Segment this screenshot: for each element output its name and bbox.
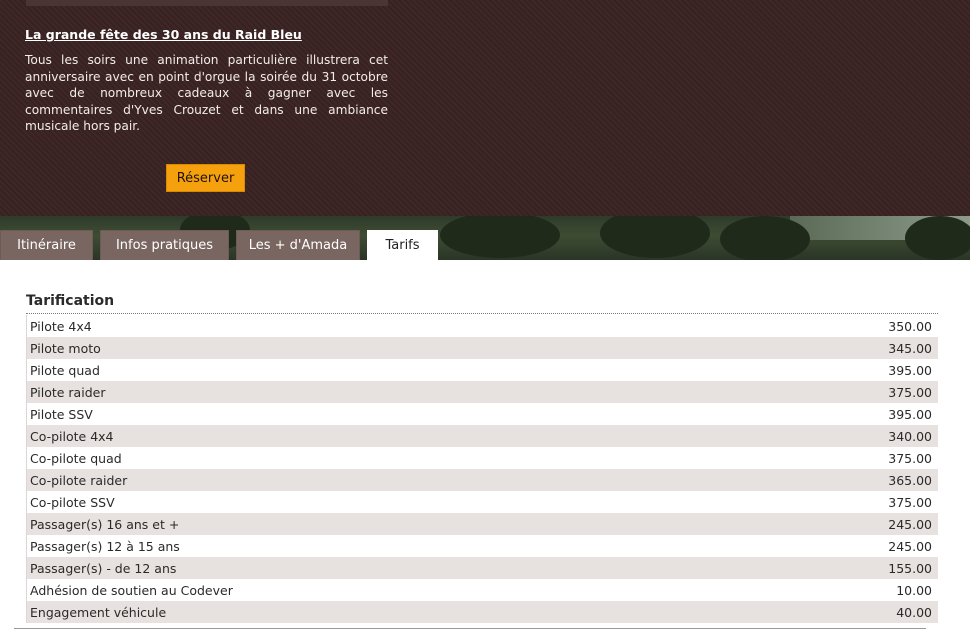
tarif-price: 245.00 — [888, 538, 932, 554]
tarif-price: 245.00 — [888, 516, 932, 532]
event-description: Tous les soirs une animation particulièr… — [25, 53, 388, 133]
tarif-label: Passager(s) 12 à 15 ans — [30, 538, 180, 554]
tarif-price: 395.00 — [888, 362, 932, 378]
tab-les-plus-amada[interactable]: Les + d'Amada — [236, 230, 360, 260]
banner-top-bar — [26, 0, 388, 6]
tab-tarifs[interactable]: Tarifs — [367, 230, 438, 260]
table-row: Pilote quad 395.00 — [26, 359, 938, 381]
table-row: Adhésion de soutien au Codever 10.00 — [26, 579, 938, 601]
tarif-label: Passager(s) - de 12 ans — [30, 560, 177, 576]
table-row: Passager(s) 12 à 15 ans 245.00 — [26, 535, 938, 557]
table-row: Passager(s) - de 12 ans 155.00 — [26, 557, 938, 579]
tarif-price: 345.00 — [888, 340, 932, 356]
tarif-label: Pilote raider — [30, 384, 106, 400]
table-row: Pilote SSV 395.00 — [26, 403, 938, 425]
tarif-price: 375.00 — [888, 384, 932, 400]
tarif-label: Engagement véhicule — [30, 604, 167, 620]
tree-shape — [905, 216, 970, 260]
table-row: Co-pilote quad 375.00 — [26, 447, 938, 469]
tarif-label: Co-pilote 4x4 — [30, 428, 114, 444]
tarif-label: Passager(s) 16 ans et + — [30, 516, 180, 532]
table-row: Pilote 4x4 350.00 — [26, 315, 938, 337]
reserve-button[interactable]: Réserver — [166, 164, 245, 192]
tarif-label: Co-pilote quad — [30, 450, 122, 466]
tree-shape — [720, 216, 810, 260]
tarif-price: 340.00 — [888, 428, 932, 444]
table-row: Passager(s) 16 ans et + 245.00 — [26, 513, 938, 535]
table-row: Co-pilote 4x4 340.00 — [26, 425, 938, 447]
event-title[interactable]: La grande fête des 30 ans du Raid Bleu — [25, 27, 302, 42]
tarif-label: Adhésion de soutien au Codever — [30, 582, 233, 598]
tarif-price: 350.00 — [888, 318, 932, 334]
event-banner: La grande fête des 30 ans du Raid Bleu T… — [0, 0, 970, 216]
table-row: Pilote raider 375.00 — [26, 381, 938, 403]
tarif-price: 155.00 — [888, 560, 932, 576]
tarif-price: 10.00 — [896, 582, 932, 598]
tarif-price: 375.00 — [888, 494, 932, 510]
tab-infos-pratiques[interactable]: Infos pratiques — [100, 230, 229, 260]
tarif-price: 365.00 — [888, 472, 932, 488]
tarif-label: Co-pilote raider — [30, 472, 128, 488]
bottom-divider — [14, 628, 926, 629]
tab-itineraire[interactable]: Itinéraire — [0, 230, 93, 260]
tarif-price: 395.00 — [888, 406, 932, 422]
tree-shape — [600, 216, 710, 258]
table-row: Engagement véhicule 40.00 — [26, 601, 938, 623]
tarif-table: Pilote 4x4 350.00 Pilote moto 345.00 Pilote … — [26, 315, 938, 623]
tarif-label: Pilote 4x4 — [30, 318, 92, 334]
tarif-price: 40.00 — [896, 604, 932, 620]
table-row: Co-pilote raider 365.00 — [26, 469, 938, 491]
table-row: Pilote moto 345.00 — [26, 337, 938, 359]
tarif-label: Co-pilote SSV — [30, 494, 115, 510]
tarif-price: 375.00 — [888, 450, 932, 466]
tarif-label: Pilote SSV — [30, 406, 93, 422]
tarif-label: Pilote moto — [30, 340, 101, 356]
tab-content-tarifs: Tarification Pilote 4x4 350.00 Pilote moto… — [0, 260, 970, 632]
tarif-label: Pilote quad — [30, 362, 100, 378]
tree-shape — [440, 216, 560, 258]
table-row: Co-pilote SSV 375.00 — [26, 491, 938, 513]
title-divider — [26, 313, 938, 314]
section-title: Tarification — [26, 293, 115, 309]
